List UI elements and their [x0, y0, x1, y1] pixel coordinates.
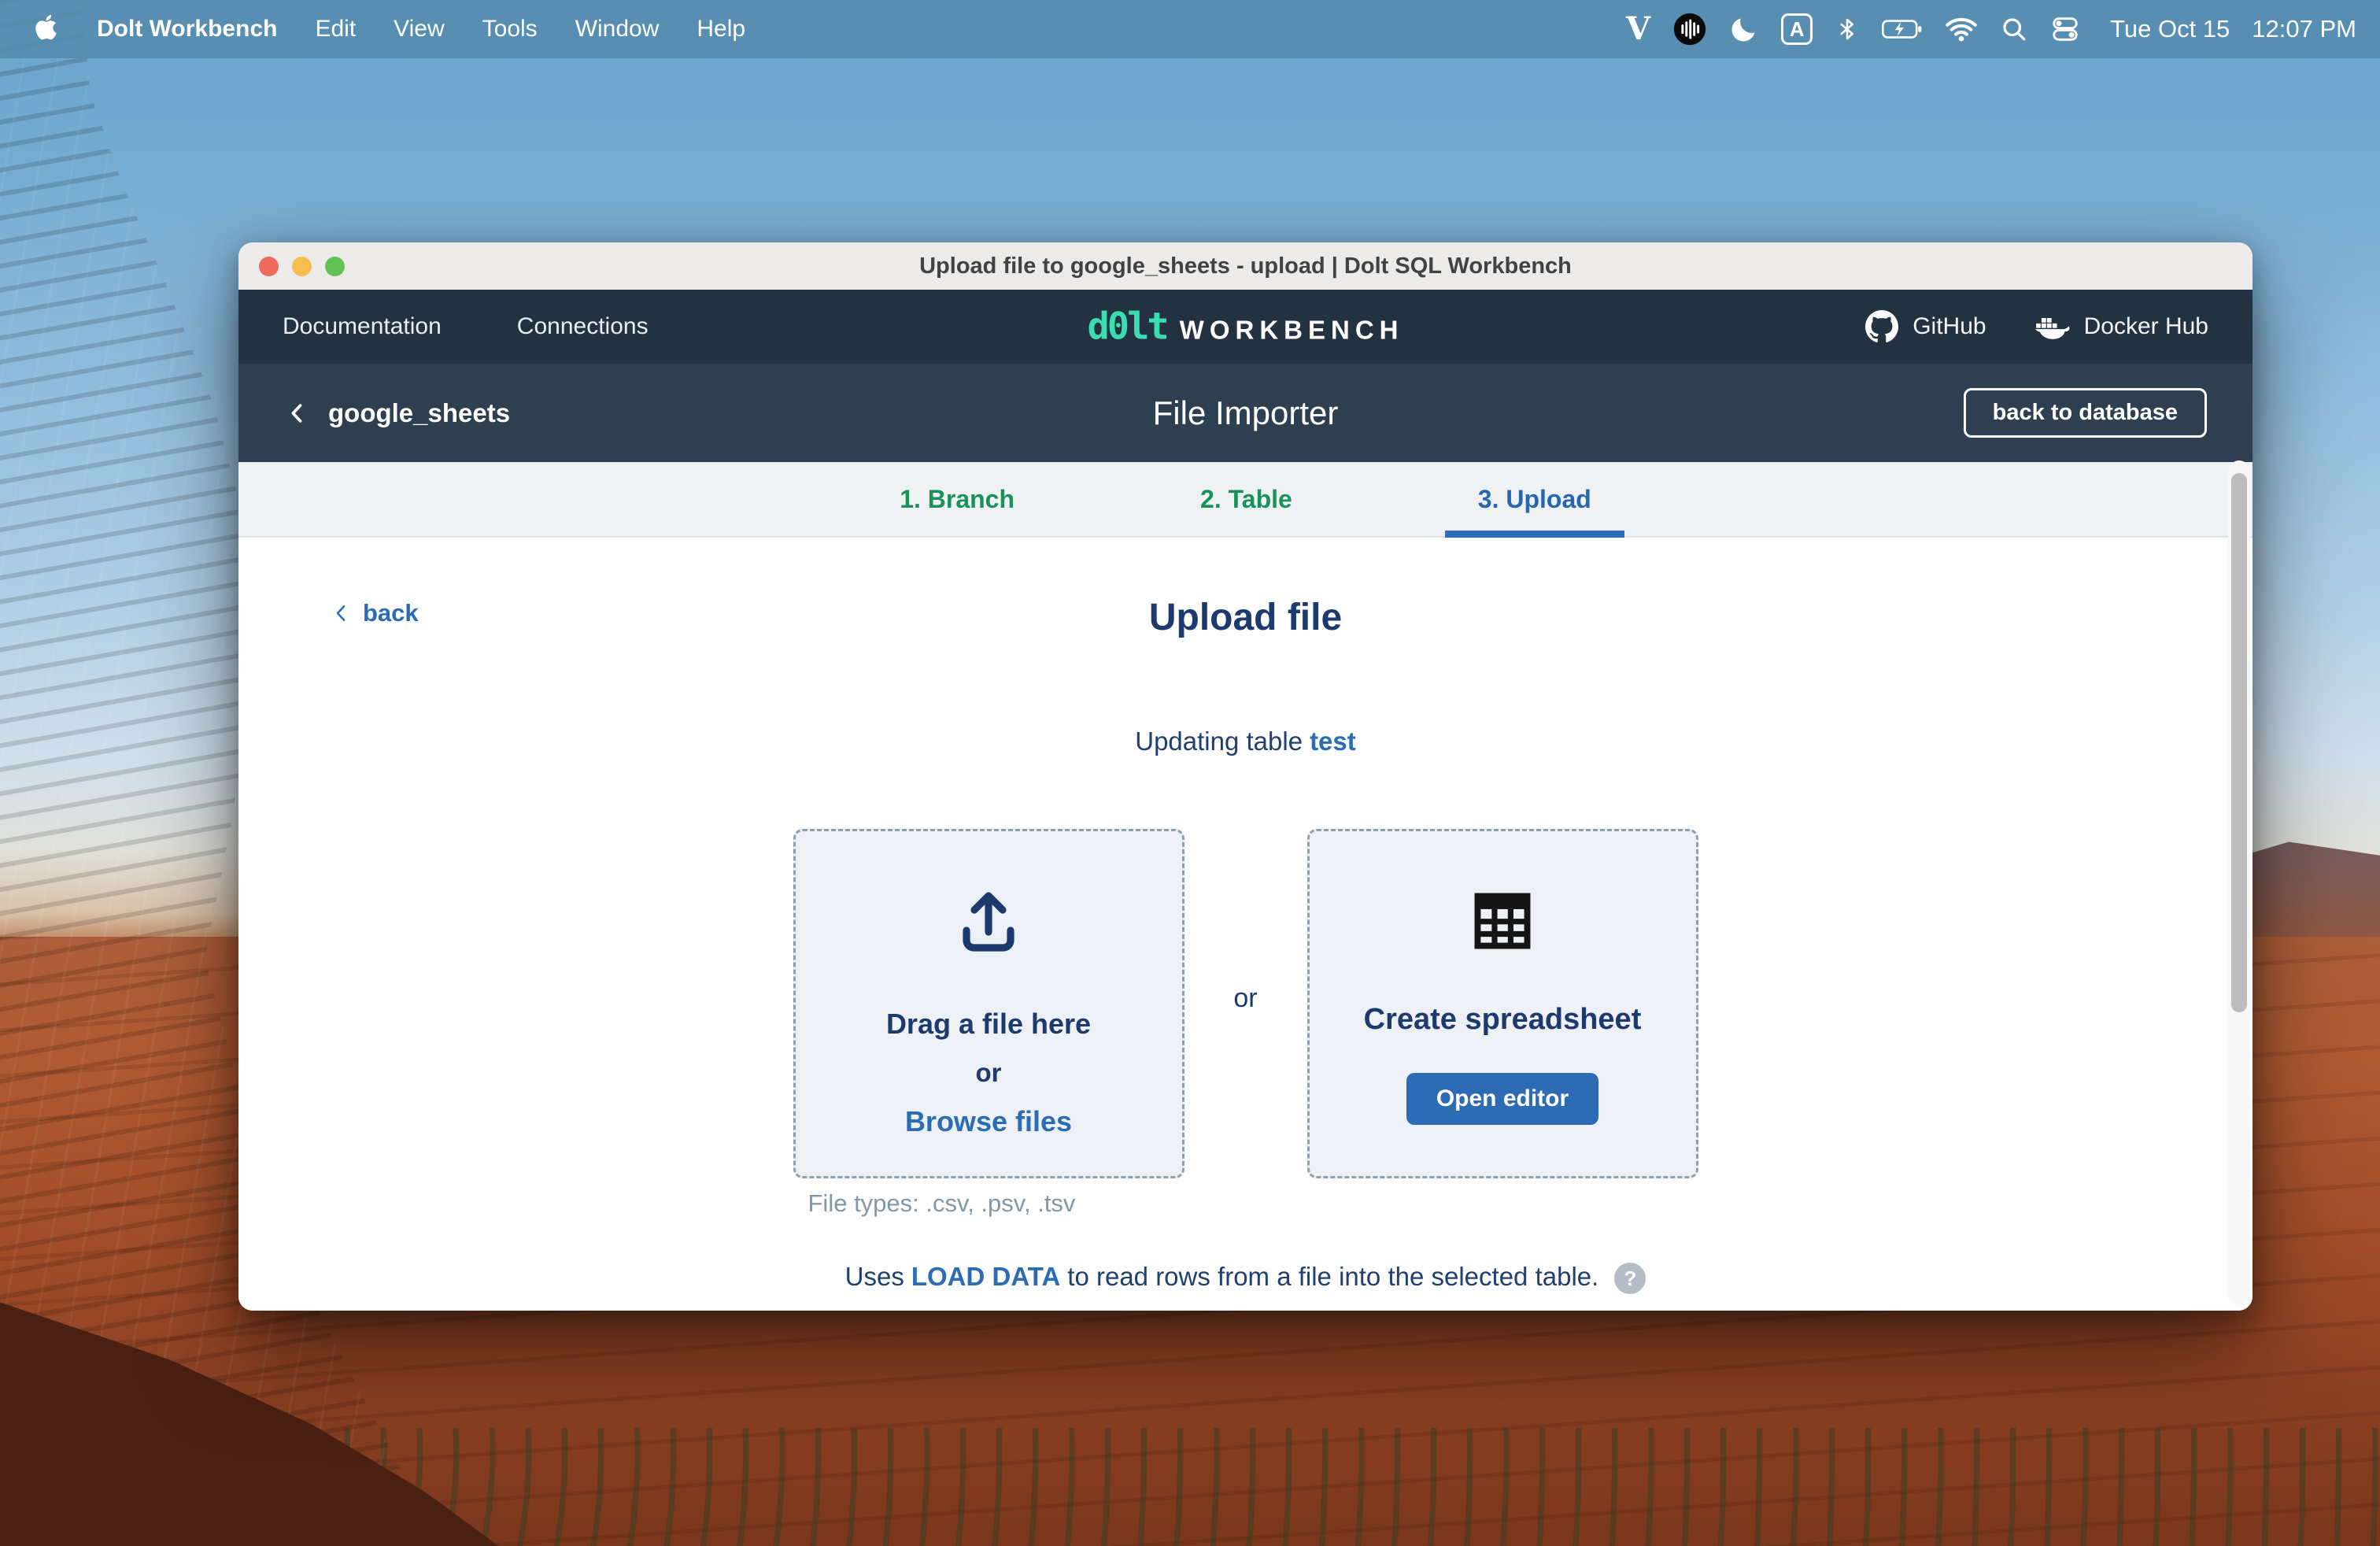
- drop-zone-or-label: or: [886, 1058, 1091, 1088]
- menu-item-view[interactable]: View: [394, 16, 444, 43]
- menu-bar-status-area: V A Tue Oct 15 12:07: [1626, 12, 2380, 46]
- upload-step-content: back Upload file Updating tabletest Drag…: [238, 538, 2252, 1311]
- apple-menu-icon[interactable]: [33, 14, 59, 45]
- load-data-note: UsesLOAD DATAto read rows from a file in…: [238, 1262, 2252, 1294]
- traffic-lights: [259, 242, 345, 290]
- step-tab-upload-label: 3. Upload: [1478, 485, 1591, 514]
- github-link[interactable]: GitHub: [1865, 310, 1986, 343]
- window-scrollbar-track[interactable]: [2228, 460, 2250, 1304]
- database-name[interactable]: google_sheets: [328, 398, 510, 428]
- import-steps: 1. Branch 2. Table 3. Upload: [238, 462, 2252, 538]
- step-tab-table[interactable]: 2. Table: [1200, 462, 1292, 536]
- create-spreadsheet-zone: Create spreadsheet Open editor: [1307, 829, 1698, 1178]
- step-tab-branch[interactable]: 1. Branch: [900, 462, 1014, 536]
- desktop: Dolt Workbench Edit View Tools Window He…: [0, 0, 2380, 1546]
- drop-zone-text: Drag a file here or Browse files: [886, 1008, 1091, 1138]
- spotlight-search-icon[interactable]: [2000, 15, 2028, 43]
- back-to-database-button[interactable]: back to database: [1964, 388, 2207, 438]
- note-suffix: to read rows from a file into the select…: [1067, 1262, 1598, 1291]
- menu-clock-date[interactable]: Tue Oct 15: [2110, 15, 2230, 43]
- step-tab-table-label: 2. Table: [1200, 485, 1292, 514]
- app-window: Upload file to google_sheets - upload | …: [238, 242, 2252, 1311]
- note-prefix: Uses: [845, 1262, 904, 1291]
- minimize-button[interactable]: [292, 257, 312, 276]
- menu-item-edit[interactable]: Edit: [315, 16, 356, 43]
- zoom-button[interactable]: [325, 257, 345, 276]
- docker-icon: [2034, 313, 2070, 341]
- file-types-hint: File types: .csv, .psv, .tsv: [808, 1189, 1076, 1218]
- menu-bar-left: Dolt Workbench Edit View Tools Window He…: [0, 14, 745, 45]
- upload-options: Drag a file here or Browse files or Crea…: [238, 829, 2252, 1178]
- menu-item-window[interactable]: Window: [575, 16, 660, 43]
- updating-table-subtitle: Updating tabletest: [238, 727, 2252, 756]
- menu-item-help[interactable]: Help: [697, 16, 745, 43]
- active-tab-underline: [1445, 531, 1624, 538]
- dolt-workbench-logo[interactable]: d0lt WORKBENCH: [1087, 305, 1403, 349]
- window-title-bar: Upload file to google_sheets - upload | …: [238, 242, 2252, 290]
- bluetooth-icon[interactable]: [1835, 17, 1860, 42]
- github-label: GitHub: [1913, 313, 1986, 340]
- file-importer-header: google_sheets File Importer back to data…: [238, 364, 2252, 462]
- help-icon[interactable]: ?: [1614, 1263, 1646, 1294]
- menu-bar: Dolt Workbench Edit View Tools Window He…: [0, 0, 2380, 58]
- wifi-icon[interactable]: [1945, 17, 1978, 43]
- close-button[interactable]: [259, 257, 279, 276]
- chevron-left-icon: [284, 400, 311, 427]
- battery-charging-icon[interactable]: [1882, 19, 1923, 39]
- app-navbar: Documentation Connections d0lt WORKBENCH…: [238, 290, 2252, 364]
- dark-mode-moon-icon[interactable]: [1729, 14, 1759, 44]
- v-app-status-icon[interactable]: V: [1626, 13, 1650, 45]
- menu-clock-time[interactable]: 12:07 PM: [2252, 15, 2356, 43]
- table-name-link[interactable]: test: [1310, 727, 1356, 756]
- menu-item-tools[interactable]: Tools: [482, 16, 538, 43]
- step-tab-upload[interactable]: 3. Upload: [1478, 462, 1591, 536]
- github-icon: [1865, 310, 1898, 343]
- drag-file-label: Drag a file here: [886, 1008, 1091, 1041]
- menu-app-name[interactable]: Dolt Workbench: [97, 16, 277, 43]
- window-scrollbar-thumb[interactable]: [2231, 473, 2247, 1012]
- create-spreadsheet-label: Create spreadsheet: [1364, 1003, 1642, 1037]
- nav-connections-link[interactable]: Connections: [517, 313, 649, 340]
- page-title: File Importer: [1153, 394, 1339, 432]
- input-source-icon[interactable]: A: [1781, 13, 1813, 45]
- docker-hub-label: Docker Hub: [2084, 313, 2208, 340]
- browse-files-link[interactable]: Browse files: [886, 1105, 1091, 1138]
- upload-file-heading: Upload file: [238, 596, 2252, 639]
- step-tab-branch-label: 1. Branch: [900, 485, 1014, 514]
- subtitle-prefix: Updating table: [1135, 727, 1303, 756]
- control-center-icon[interactable]: [2050, 14, 2080, 44]
- logo-workbench-text: WORKBENCH: [1180, 316, 1404, 346]
- load-data-link[interactable]: LOAD DATA: [911, 1262, 1060, 1291]
- audio-wave-icon[interactable]: [1672, 12, 1707, 46]
- options-or-divider: or: [1184, 983, 1307, 1025]
- navbar-right-links: GitHub Docker Hub: [1865, 310, 2208, 343]
- file-drop-zone[interactable]: Drag a file here or Browse files: [793, 829, 1184, 1178]
- docker-hub-link[interactable]: Docker Hub: [2034, 310, 2208, 343]
- database-back-nav[interactable]: google_sheets: [284, 398, 510, 428]
- navbar-left-links: Documentation Connections: [283, 313, 649, 340]
- spreadsheet-icon: [1469, 883, 1536, 959]
- logo-dolt-text: d0lt: [1087, 305, 1166, 349]
- upload-icon: [951, 883, 1026, 959]
- nav-documentation-link[interactable]: Documentation: [283, 313, 442, 340]
- open-editor-button[interactable]: Open editor: [1406, 1073, 1598, 1125]
- window-title: Upload file to google_sheets - upload | …: [919, 253, 1572, 279]
